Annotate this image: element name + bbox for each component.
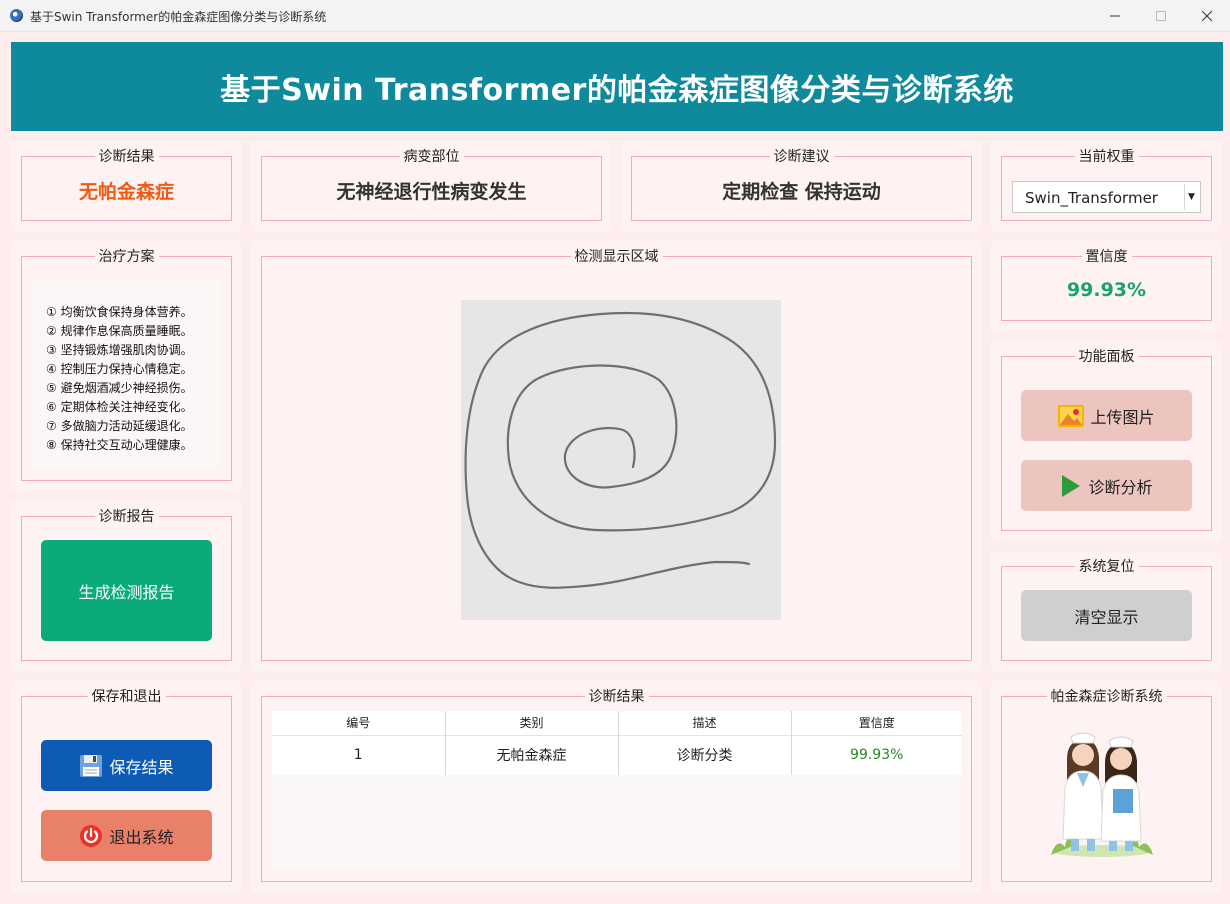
power-icon bbox=[79, 824, 103, 848]
treatment-title: 治疗方案 bbox=[94, 248, 159, 266]
column-header-id[interactable]: 编号 bbox=[272, 711, 446, 735]
weights-select[interactable]: Swin_Transformer ▼ bbox=[1012, 181, 1201, 213]
maximize-icon bbox=[1156, 11, 1166, 21]
treatment-list: ① 均衡饮食保持身体营养。 ② 规律作息保高质量睡眠。 ③ 坚持锻炼增强肌肉协调… bbox=[32, 281, 221, 469]
treatment-card: 治疗方案 ① 均衡饮食保持身体营养。 ② 规律作息保高质量睡眠。 ③ 坚持锻炼增… bbox=[11, 241, 241, 491]
treatment-item: ⑧ 保持社交互动心理健康。 bbox=[46, 438, 193, 452]
lesion-value: 无神经退行性病变发生 bbox=[336, 181, 527, 203]
table-header-row: 编号 类别 描述 置信度 bbox=[272, 711, 962, 735]
close-button[interactable] bbox=[1184, 0, 1230, 32]
report-title: 诊断报告 bbox=[94, 508, 159, 526]
minimize-button[interactable] bbox=[1092, 0, 1138, 32]
main-content: 基于Swin Transformer的帕金森症图像分类与诊断系统 诊断结果 无帕… bbox=[0, 32, 1230, 904]
dropdown-arrow-icon[interactable]: ▼ bbox=[1184, 184, 1198, 210]
exit-system-button[interactable]: 退出系统 bbox=[41, 810, 212, 861]
treatment-item: ① 均衡饮食保持身体营养。 bbox=[46, 305, 193, 319]
weights-select-value: Swin_Transformer bbox=[1025, 189, 1158, 207]
exit-system-label: 退出系统 bbox=[109, 827, 174, 847]
window-title: 基于Swin Transformer的帕金森症图像分类与诊断系统 bbox=[30, 10, 327, 24]
generate-report-button[interactable]: 生成检测报告 bbox=[41, 540, 212, 641]
weights-card: 当前权重 Swin_Transformer ▼ bbox=[991, 141, 1221, 231]
clear-display-button[interactable]: 清空显示 bbox=[1021, 590, 1192, 641]
save-exit-card: 保存和退出 保存结果 退出系统 bbox=[11, 681, 241, 892]
treatment-item: ③ 坚持锻炼增强肌肉协调。 bbox=[46, 343, 193, 357]
report-card: 诊断报告 生成检测报告 bbox=[11, 501, 241, 671]
save-exit-title: 保存和退出 bbox=[87, 688, 166, 706]
floppy-disk-icon bbox=[79, 754, 103, 778]
table-cell-confidence: 99.93% bbox=[791, 734, 962, 776]
table-cell-category: 无帕金森症 bbox=[445, 734, 619, 776]
treatment-item: ④ 控制压力保持心情稳定。 bbox=[46, 362, 193, 376]
lesion-card: 病变部位 无神经退行性病变发生 bbox=[251, 141, 611, 231]
close-icon bbox=[1202, 11, 1212, 21]
table-empty-area bbox=[272, 775, 962, 869]
treatment-item: ⑦ 多做脑力活动延缓退化。 bbox=[46, 419, 193, 433]
column-header-description[interactable]: 描述 bbox=[618, 711, 792, 735]
advice-title: 诊断建议 bbox=[769, 148, 834, 166]
advice-value: 定期检查 保持运动 bbox=[722, 181, 881, 203]
upload-image-button[interactable]: 上传图片 bbox=[1021, 390, 1192, 441]
confidence-title: 置信度 bbox=[1081, 248, 1132, 266]
table-cell-id: 1 bbox=[272, 734, 446, 776]
maximize-button bbox=[1138, 0, 1184, 32]
upload-image-label: 上传图片 bbox=[1090, 407, 1155, 427]
diagnosis-value: 无帕金森症 bbox=[78, 181, 174, 203]
spiral-drawing-image bbox=[461, 300, 781, 620]
treatment-item: ⑤ 避免烟酒减少神经损伤。 bbox=[46, 381, 193, 395]
play-icon bbox=[1060, 474, 1082, 498]
diagnose-analysis-label: 诊断分析 bbox=[1088, 477, 1153, 497]
confidence-card: 置信度 99.93% bbox=[991, 241, 1221, 331]
function-panel-title: 功能面板 bbox=[1074, 348, 1139, 366]
table-row[interactable]: 1 无帕金森症 诊断分类 99.93% bbox=[272, 734, 962, 776]
window-titlebar: 基于Swin Transformer的帕金森症图像分类与诊断系统 bbox=[0, 0, 1230, 32]
system-logo-title: 帕金森症诊断系统 bbox=[1046, 688, 1167, 706]
diagnosis-title: 诊断结果 bbox=[94, 148, 159, 166]
weights-title: 当前权重 bbox=[1074, 148, 1139, 166]
treatment-item: ② 规律作息保高质量睡眠。 bbox=[46, 324, 193, 338]
confidence-value: 99.93% bbox=[1066, 279, 1147, 301]
save-results-button[interactable]: 保存结果 bbox=[41, 740, 212, 791]
lesion-title: 病变部位 bbox=[399, 148, 464, 166]
page-title: 基于Swin Transformer的帕金森症图像分类与诊断系统 bbox=[220, 72, 1014, 108]
display-title: 检测显示区域 bbox=[570, 248, 663, 266]
column-header-confidence[interactable]: 置信度 bbox=[791, 711, 962, 735]
diagnosis-card: 诊断结果 无帕金森症 bbox=[11, 141, 241, 231]
results-title: 诊断结果 bbox=[584, 688, 649, 706]
app-icon bbox=[10, 9, 23, 22]
nurses-illustration bbox=[1047, 727, 1157, 857]
reset-card: 系统复位 清空显示 bbox=[991, 551, 1221, 671]
header-banner: 基于Swin Transformer的帕金森症图像分类与诊断系统 bbox=[11, 42, 1223, 131]
table-cell-description: 诊断分类 bbox=[618, 734, 792, 776]
results-card: 诊断结果 编号 类别 描述 置信度 1 无帕金森症 诊断分类 99.93% bbox=[251, 681, 981, 892]
column-header-category[interactable]: 类别 bbox=[445, 711, 619, 735]
results-table: 编号 类别 描述 置信度 1 无帕金森症 诊断分类 99.93% bbox=[272, 711, 962, 776]
image-icon bbox=[1058, 404, 1085, 427]
minimize-icon bbox=[1110, 15, 1120, 17]
save-results-label: 保存结果 bbox=[109, 757, 174, 777]
treatment-item: ⑥ 定期体检关注神经变化。 bbox=[46, 400, 193, 414]
reset-title: 系统复位 bbox=[1074, 558, 1139, 576]
system-logo-card: 帕金森症诊断系统 bbox=[991, 681, 1221, 892]
diagnose-analysis-button[interactable]: 诊断分析 bbox=[1021, 460, 1192, 511]
display-card: 检测显示区域 bbox=[251, 241, 981, 671]
advice-card: 诊断建议 定期检查 保持运动 bbox=[621, 141, 981, 231]
function-panel-card: 功能面板 上传图片 诊断分析 bbox=[991, 341, 1221, 541]
